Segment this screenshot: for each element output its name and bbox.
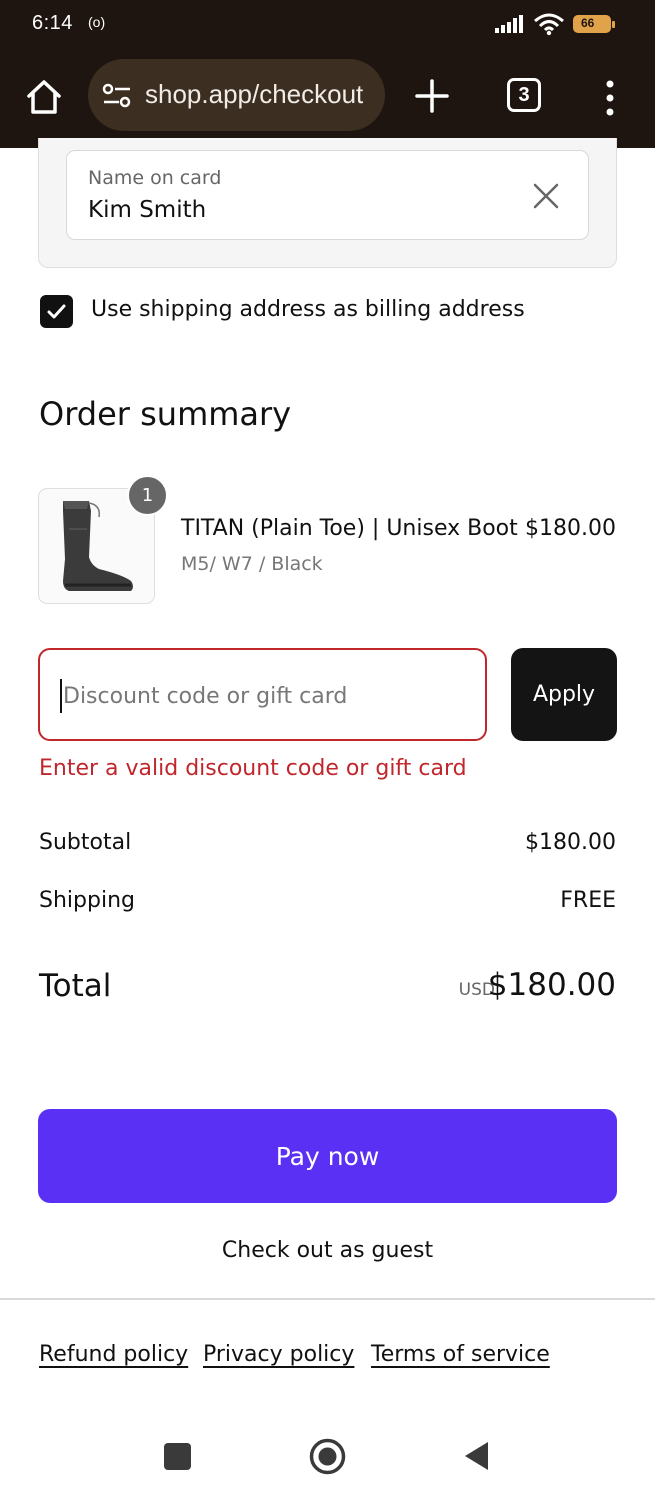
- billing-address-checkbox-label[interactable]: Use shipping address as billing address: [91, 297, 525, 322]
- battery-icon: 66: [573, 15, 615, 33]
- billing-address-checkbox[interactable]: [40, 295, 73, 328]
- discount-field[interactable]: [38, 648, 487, 741]
- wifi-icon: [534, 13, 564, 36]
- url-text[interactable]: shop.app/checkout: [145, 79, 363, 110]
- refund-policy-link[interactable]: Refund policy: [39, 1342, 188, 1367]
- status-time: 6:14: [32, 12, 73, 34]
- pay-now-button[interactable]: Pay now: [38, 1109, 617, 1203]
- name-on-card-field[interactable]: Name on card Kim Smith: [66, 150, 589, 240]
- product-variant: M5/ W7 / Black: [181, 553, 323, 575]
- terms-of-service-link[interactable]: Terms of service: [371, 1342, 550, 1367]
- apply-discount-button[interactable]: Apply: [511, 648, 617, 741]
- shipping-value: FREE: [560, 888, 616, 913]
- quantity-badge: 1: [127, 475, 168, 516]
- more-vert-icon[interactable]: [600, 78, 620, 118]
- privacy-policy-link[interactable]: Privacy policy: [203, 1342, 354, 1367]
- check-icon: [47, 304, 66, 319]
- footer-divider: [0, 1298, 655, 1300]
- product-name: TITAN (Plain Toe) | Unisex Boot: [181, 516, 518, 541]
- signal-icon: [495, 15, 523, 33]
- home-circle-icon[interactable]: [309, 1438, 346, 1475]
- discount-input[interactable]: [60, 679, 460, 713]
- shipping-label: Shipping: [39, 888, 135, 913]
- radio-indicator: (o): [88, 14, 106, 30]
- order-summary-title: Order summary: [39, 395, 292, 433]
- subtotal-value: $180.00: [525, 830, 616, 855]
- tab-switcher-button[interactable]: 3: [507, 78, 541, 112]
- browser-toolbar: shop.app/checkout 3: [0, 50, 655, 148]
- name-on-card-label: Name on card: [88, 167, 222, 189]
- status-bar: 6:14 (o) 66: [0, 0, 655, 50]
- product-price: $180.00: [525, 516, 616, 541]
- battery-level: 66: [581, 16, 595, 30]
- recents-icon[interactable]: [164, 1443, 191, 1470]
- home-icon[interactable]: [24, 77, 64, 117]
- plus-icon[interactable]: [414, 78, 450, 114]
- back-icon[interactable]: [462, 1440, 490, 1472]
- close-icon[interactable]: [531, 181, 561, 211]
- url-bar[interactable]: shop.app/checkout: [88, 59, 385, 131]
- site-settings-icon[interactable]: [102, 83, 132, 109]
- name-on-card-value[interactable]: Kim Smith: [88, 197, 206, 223]
- checkout-as-guest-link[interactable]: Check out as guest: [0, 1238, 655, 1263]
- discount-error-message: Enter a valid discount code or gift card: [39, 756, 467, 781]
- subtotal-label: Subtotal: [39, 830, 132, 855]
- total-value: $180.00: [487, 967, 616, 1003]
- total-label: Total: [39, 968, 112, 1004]
